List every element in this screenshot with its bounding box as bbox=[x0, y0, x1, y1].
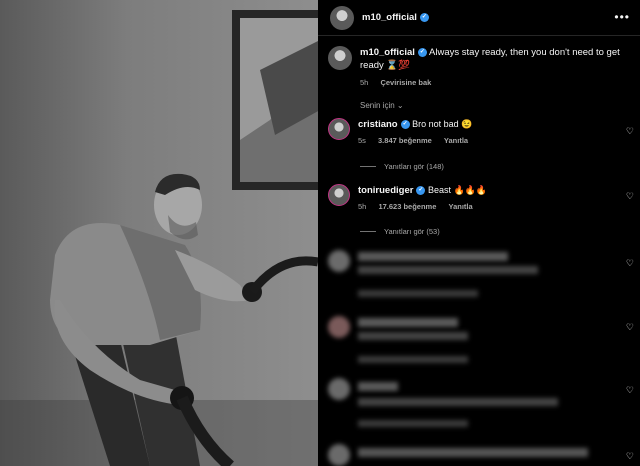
verified-badge-icon: ✓ bbox=[419, 13, 429, 22]
blurred-avatar bbox=[328, 250, 350, 272]
reply-button[interactable]: Yanıtla bbox=[448, 202, 472, 211]
comment-filter-label: Senin için bbox=[360, 101, 395, 110]
blurred-comment-line bbox=[358, 332, 468, 340]
blurred-comment-meta bbox=[358, 290, 478, 297]
comment-time: 5s bbox=[358, 136, 366, 145]
author-avatar[interactable] bbox=[330, 5, 354, 30]
more-horizontal-icon[interactable]: ••• bbox=[614, 10, 630, 24]
post-header: m10_official ✓ ••• bbox=[318, 0, 640, 36]
blurred-comment-line bbox=[358, 318, 458, 327]
blurred-comment-line bbox=[358, 448, 588, 457]
replies-divider bbox=[360, 166, 376, 167]
blurred-comment-line bbox=[358, 266, 538, 274]
blurred-comment-meta bbox=[358, 356, 468, 363]
see-translation-link[interactable]: Çevirisine bak bbox=[380, 78, 431, 87]
like-heart-icon[interactable]: ♡ bbox=[626, 258, 634, 269]
comment-text: Bro not bad 😉 bbox=[412, 119, 473, 129]
comment-item: cristiano ✓ Bro not bad 😉 5s 3.847 beğenm… bbox=[328, 118, 628, 147]
comment-item: toniruediger ✓ Beast 🔥🔥🔥 5h 17.623 beğenm… bbox=[328, 184, 628, 213]
comment-time: 5h bbox=[358, 202, 367, 211]
chevron-down-icon: ⌄ bbox=[396, 101, 404, 110]
post-caption: m10_official ✓ Always stay ready, then yo… bbox=[328, 46, 628, 89]
blurred-avatar bbox=[328, 316, 350, 338]
caption-time: 5h bbox=[360, 78, 369, 87]
post-photo bbox=[0, 0, 318, 466]
reply-button[interactable]: Yanıtla bbox=[444, 136, 468, 145]
like-heart-icon[interactable]: ♡ bbox=[626, 451, 634, 462]
view-replies-label: Yanıtları gör (148) bbox=[384, 162, 444, 171]
comment-text: Beast 🔥🔥🔥 bbox=[427, 185, 488, 195]
blurred-avatar bbox=[328, 378, 350, 400]
like-heart-icon[interactable]: ♡ bbox=[626, 322, 634, 333]
like-heart-icon[interactable]: ♡ bbox=[626, 126, 634, 137]
comment-likes[interactable]: 3.847 beğenme bbox=[378, 136, 432, 145]
comments-panel: m10_official ✓ ••• m10_official ✓ Always … bbox=[318, 0, 640, 466]
verified-badge-icon: ✓ bbox=[416, 186, 426, 196]
view-replies-label: Yanıtları gör (53) bbox=[384, 227, 440, 236]
caption-username[interactable]: m10_official bbox=[360, 47, 415, 58]
like-heart-icon[interactable]: ♡ bbox=[626, 191, 634, 202]
author-username[interactable]: m10_official bbox=[362, 12, 417, 23]
blurred-comment-line bbox=[358, 252, 508, 261]
comment-likes[interactable]: 17.623 beğenme bbox=[378, 202, 436, 211]
blurred-comment-line bbox=[358, 398, 558, 406]
view-replies-button[interactable]: Yanıtları gör (148) bbox=[360, 162, 444, 171]
commenter-username[interactable]: toniruediger bbox=[358, 185, 413, 196]
caption-avatar[interactable] bbox=[328, 46, 352, 70]
comment-filter-dropdown[interactable]: Senin için ⌄ bbox=[360, 101, 404, 110]
like-heart-icon[interactable]: ♡ bbox=[626, 385, 634, 396]
blurred-comment-line bbox=[358, 382, 398, 391]
commenter-avatar[interactable] bbox=[328, 184, 350, 206]
blurred-avatar bbox=[328, 444, 350, 466]
view-replies-button[interactable]: Yanıtları gör (53) bbox=[360, 227, 440, 236]
workout-photo-illustration bbox=[0, 0, 318, 466]
commenter-avatar[interactable] bbox=[328, 118, 350, 140]
replies-divider bbox=[360, 231, 376, 232]
commenter-username[interactable]: cristiano bbox=[358, 119, 398, 130]
verified-badge-icon: ✓ bbox=[400, 120, 410, 130]
blurred-comment-meta bbox=[358, 420, 468, 427]
verified-badge-icon: ✓ bbox=[417, 47, 427, 57]
